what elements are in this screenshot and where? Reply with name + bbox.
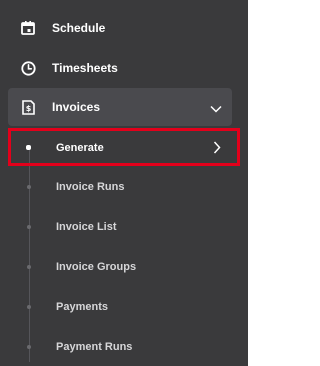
highlight-box (8, 128, 240, 166)
calendar-icon (20, 20, 36, 36)
submenu-item-invoice-list[interactable]: Invoice List (56, 221, 236, 233)
clock-icon (20, 60, 36, 76)
submenu-dot (27, 305, 31, 309)
submenu-item-payment-runs[interactable]: Payment Runs (56, 341, 236, 353)
chevron-down-icon (210, 102, 222, 116)
submenu-dot (27, 225, 31, 229)
invoice-doc-icon: $ (20, 99, 36, 115)
submenu-label-payment-runs: Payment Runs (56, 341, 133, 353)
submenu-dot (27, 185, 31, 189)
submenu-label-invoice-groups: Invoice Groups (56, 261, 137, 273)
nav-label-invoices: Invoices (52, 100, 101, 114)
submenu-label-invoice-list: Invoice List (56, 221, 117, 233)
sidebar: Schedule Timesheets $ Invoices Generate … (0, 0, 248, 366)
submenu-label-invoice-runs: Invoice Runs (56, 181, 125, 193)
nav-label-timesheets: Timesheets (52, 61, 118, 75)
nav-item-schedule[interactable]: Schedule (8, 12, 232, 44)
submenu-item-invoice-runs[interactable]: Invoice Runs (56, 181, 236, 193)
nav-item-invoices[interactable]: $ Invoices (8, 88, 232, 126)
submenu-rail (29, 150, 30, 362)
submenu-dot (27, 345, 31, 349)
nav-label-schedule: Schedule (52, 21, 106, 35)
submenu-item-payments[interactable]: Payments (56, 301, 236, 313)
submenu-item-invoice-groups[interactable]: Invoice Groups (56, 261, 236, 273)
submenu-dot (27, 265, 31, 269)
submenu-label-payments: Payments (56, 301, 108, 313)
nav-item-timesheets[interactable]: Timesheets (8, 52, 232, 84)
svg-text:$: $ (25, 104, 31, 113)
